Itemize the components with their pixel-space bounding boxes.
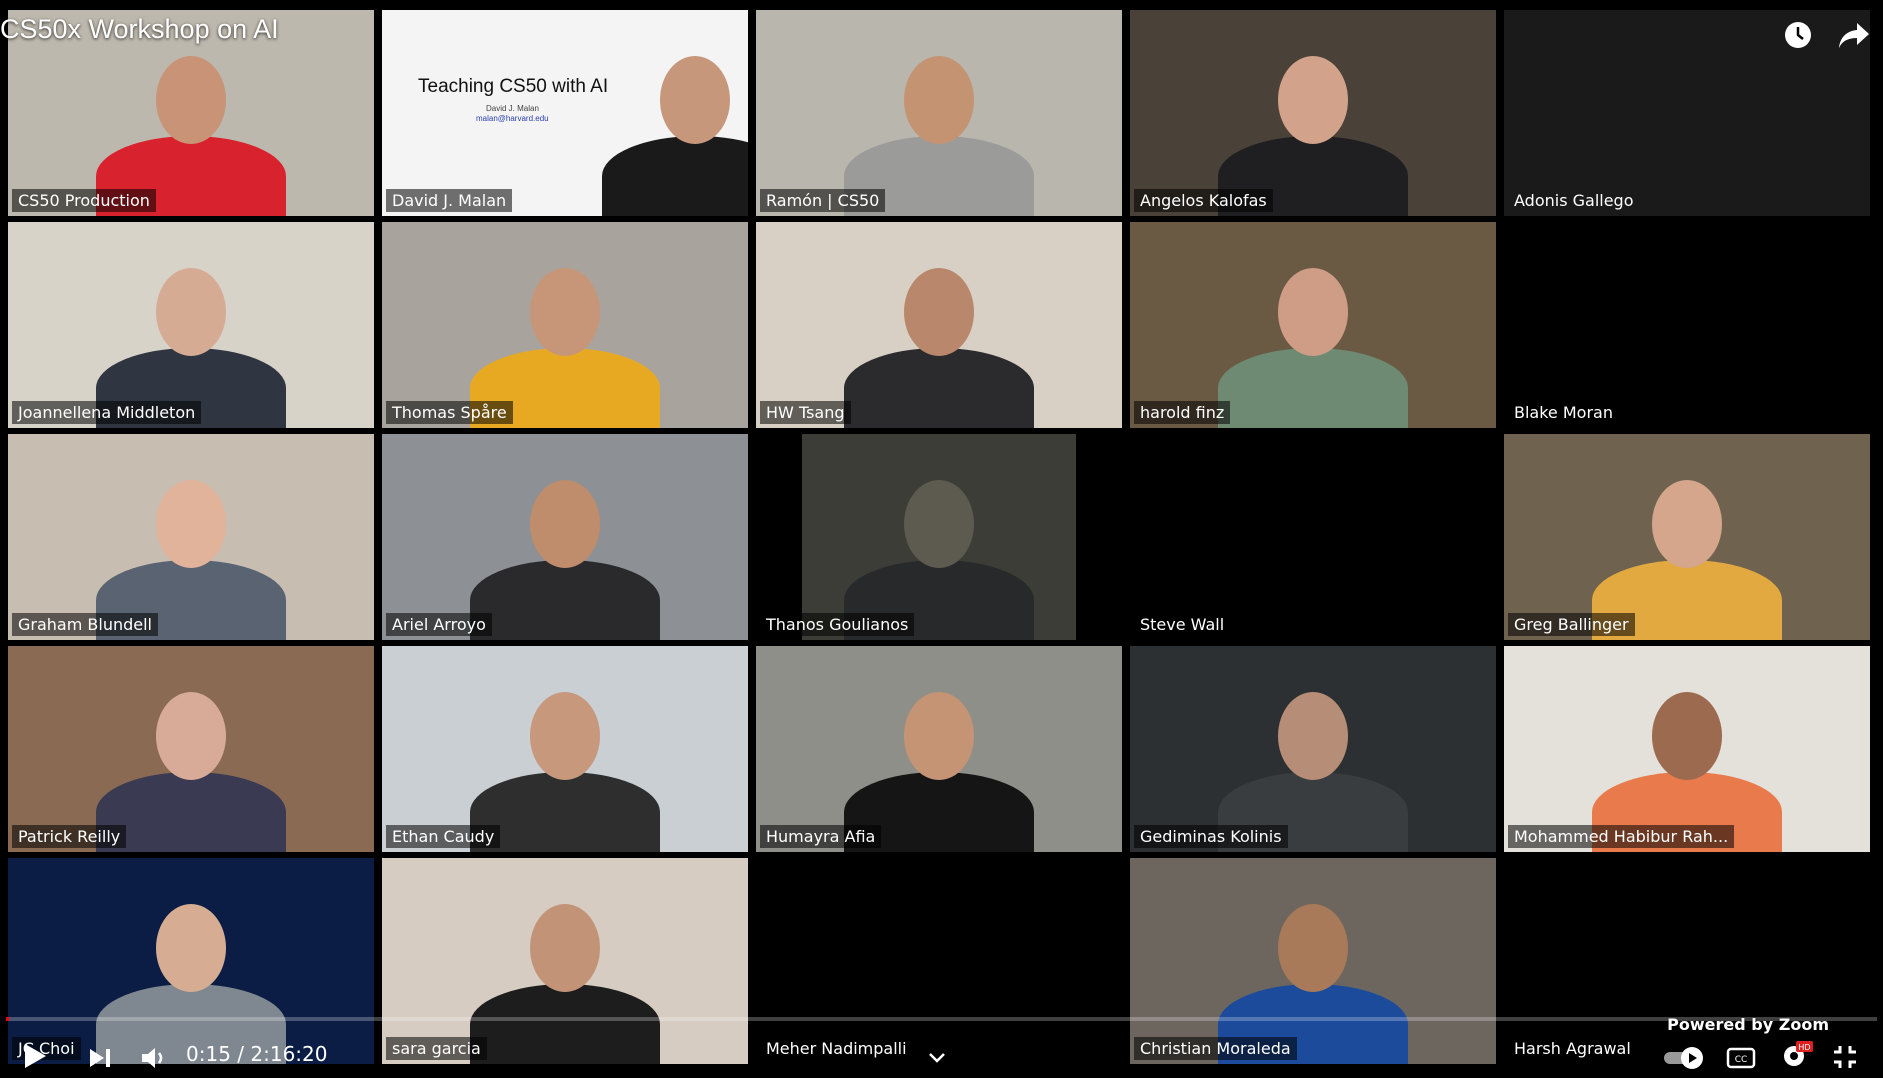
- top-actions: [1781, 18, 1871, 52]
- participant-name: David J. Malan: [386, 189, 513, 212]
- time-separator: /: [230, 1042, 251, 1066]
- clock-icon[interactable]: [1781, 18, 1815, 52]
- participant-name: Angelos Kalofas: [1134, 189, 1273, 212]
- video-title[interactable]: CS50x Workshop on AI: [0, 14, 279, 45]
- participant-tile: Joannellena Middleton: [8, 222, 374, 428]
- captions-icon[interactable]: CC: [1726, 1046, 1756, 1070]
- participant-name: Ariel Arroyo: [386, 613, 492, 636]
- participant-tile: harold finz: [1130, 222, 1496, 428]
- participant-name: harold finz: [1134, 401, 1231, 424]
- participant-name: Joannellena Middleton: [12, 401, 202, 424]
- participant-face: [156, 56, 226, 144]
- participant-tile: Steve Wall: [1130, 434, 1496, 640]
- duration: 2:16:20: [250, 1042, 328, 1066]
- participant-face: [1278, 56, 1348, 144]
- participant-tile: Ramón | CS50: [756, 10, 1122, 216]
- slide-author: David J. Malan: [486, 104, 539, 113]
- participant-name: Ramón | CS50: [760, 189, 886, 212]
- participant-name: Steve Wall: [1140, 615, 1225, 634]
- participant-face: [904, 480, 974, 568]
- participant-name: Thomas Spåre: [386, 401, 513, 424]
- current-time: 0:15: [186, 1042, 231, 1066]
- participant-face: [156, 904, 226, 992]
- slide-title: Teaching CS50 with AI: [418, 76, 609, 97]
- participant-face: [904, 268, 974, 356]
- share-arrow-icon[interactable]: [1837, 18, 1871, 52]
- powered-by-zoom: Powered by Zoom: [1667, 1015, 1829, 1034]
- participant-face: [1652, 480, 1722, 568]
- participant-tile: Blake Moran: [1504, 222, 1870, 428]
- participant-face: [1278, 904, 1348, 992]
- participant-name: Mohammed Habibur Rah...: [1508, 825, 1735, 848]
- participant-tile: Greg Ballinger: [1504, 434, 1870, 640]
- participant-tile: Graham Blundell: [8, 434, 374, 640]
- participant-tile: Patrick Reilly: [8, 646, 374, 852]
- hd-badge: HD: [1798, 1043, 1810, 1052]
- video-feed: [1130, 434, 1496, 640]
- participant-face: [530, 692, 600, 780]
- participant-body: [844, 348, 1034, 428]
- participant-name: Adonis Gallego: [1514, 191, 1634, 210]
- participant-tile: Angelos Kalofas: [1130, 10, 1496, 216]
- participant-name: CS50 Production: [12, 189, 156, 212]
- participant-name: Ethan Caudy: [386, 825, 501, 848]
- participant-name: Humayra Afia: [760, 825, 882, 848]
- autoplay-toggle-icon[interactable]: [1662, 1046, 1706, 1070]
- participant-tile: Thanos Goulianos: [756, 434, 1122, 640]
- participant-tile: Teaching CS50 with AI David J. Malan malan…: [382, 10, 748, 216]
- participant-name: Patrick Reilly: [12, 825, 127, 848]
- participant-name: Thanos Goulianos: [760, 613, 915, 636]
- exit-fullscreen-icon[interactable]: [1832, 1044, 1858, 1070]
- participant-tile: Ethan Caudy: [382, 646, 748, 852]
- participant-name: Blake Moran: [1514, 403, 1613, 422]
- next-icon[interactable]: [88, 1046, 112, 1070]
- participant-name: Graham Blundell: [12, 613, 158, 636]
- participant-face: [530, 480, 600, 568]
- participant-body: [1218, 348, 1408, 428]
- participant-tile: Ariel Arroyo: [382, 434, 748, 640]
- video-feed: [1504, 222, 1870, 428]
- participant-face: [530, 904, 600, 992]
- video-grid: CS50 Production Teaching CS50 with AI Davi…: [0, 0, 1883, 1078]
- participant-face: [1278, 268, 1348, 356]
- participant-tile: Humayra Afia: [756, 646, 1122, 852]
- svg-text:CC: CC: [1735, 1055, 1748, 1065]
- participant-tile: Thomas Spåre: [382, 222, 748, 428]
- volume-icon[interactable]: [140, 1046, 168, 1070]
- participant-face: [156, 692, 226, 780]
- participant-face: [156, 268, 226, 356]
- participant-face: [904, 692, 974, 780]
- participant-name: Gediminas Kolinis: [1134, 825, 1288, 848]
- participant-face: [1278, 692, 1348, 780]
- chevron-down-icon[interactable]: [928, 1052, 946, 1064]
- settings-gear-icon[interactable]: HD: [1780, 1040, 1814, 1070]
- participant-body: [470, 560, 660, 640]
- play-icon[interactable]: [22, 1042, 48, 1070]
- participant-tile: HW Tsang: [756, 222, 1122, 428]
- participant-tile: Mohammed Habibur Rah...: [1504, 646, 1870, 852]
- participant-tile: Gediminas Kolinis: [1130, 646, 1496, 852]
- participant-name: HW Tsang: [760, 401, 851, 424]
- participant-face: [904, 56, 974, 144]
- participant-face: [1652, 692, 1722, 780]
- time-display: 0:15 / 2:16:20: [186, 1042, 327, 1066]
- participant-name: Greg Ballinger: [1508, 613, 1635, 636]
- participant-face: [530, 268, 600, 356]
- slide-email: malan@harvard.edu: [476, 114, 549, 123]
- player-controls: 0:15 / 2:16:20 Powered by Zoom CC HD: [0, 1015, 1883, 1078]
- participant-face: [660, 56, 730, 144]
- participant-face: [156, 480, 226, 568]
